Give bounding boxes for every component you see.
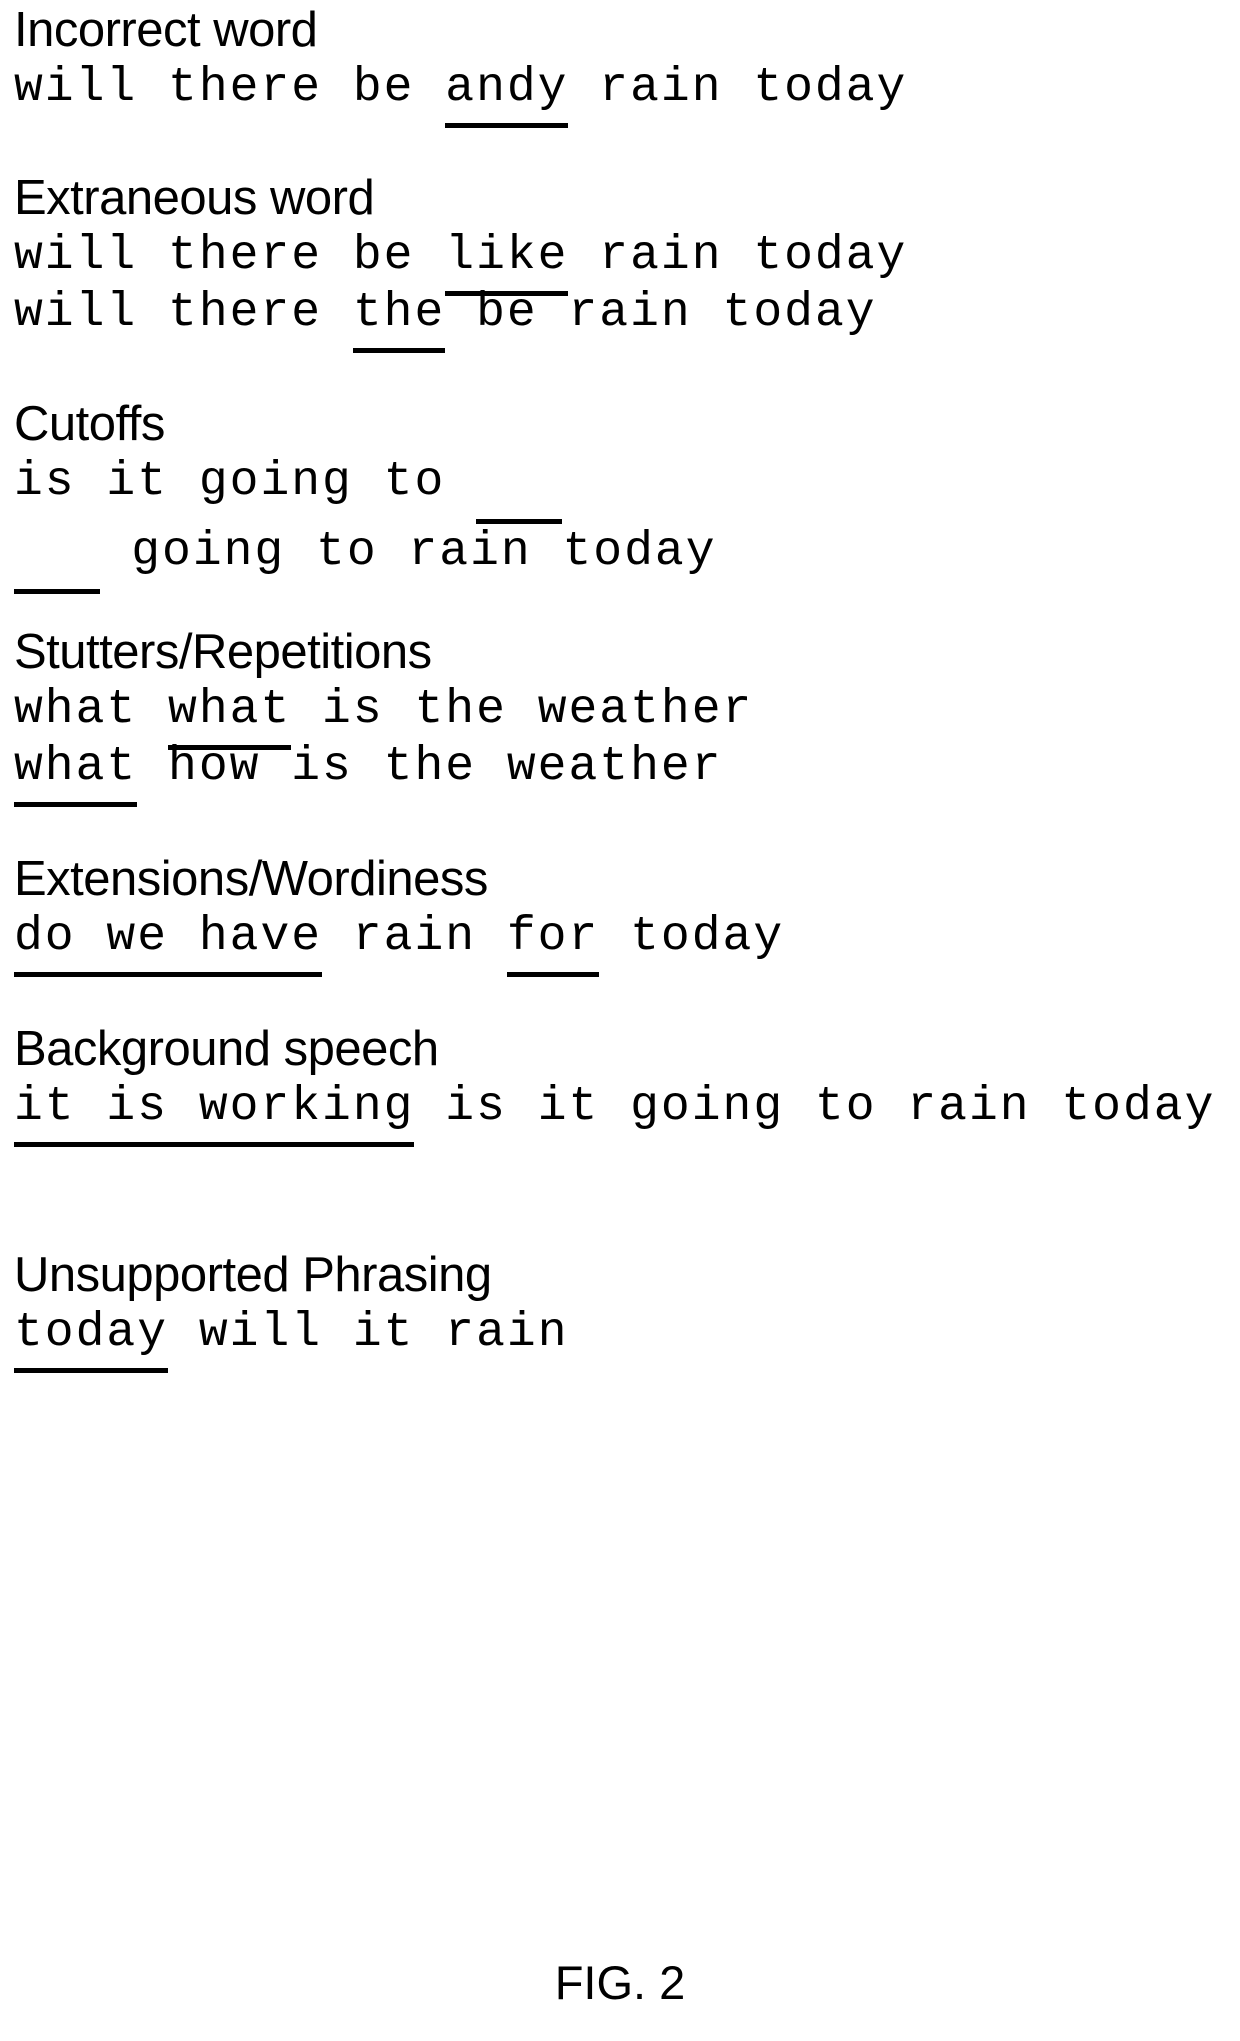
cutoff-blank — [14, 524, 101, 594]
utterance-text: will it rain — [168, 1306, 569, 1360]
category-heading: Stutters/Repetitions — [14, 625, 432, 679]
utterance-list: today will it rain — [14, 1305, 1229, 1373]
utterance-line: will there be andy rain today — [14, 60, 1229, 128]
category-heading: Unsupported Phrasing — [14, 1248, 492, 1302]
category-heading: Extensions/Wordiness — [14, 852, 488, 906]
utterance-line: do we have rain for today — [14, 909, 1229, 977]
utterance-text: rain today — [568, 61, 908, 115]
utterance-line: what what is the weather — [14, 682, 1229, 750]
utterance-text: is it going to — [14, 455, 477, 509]
utterance-text: be rain today — [445, 286, 877, 340]
utterance-text: going to rain today — [100, 525, 717, 579]
utterance-text: rain today — [568, 229, 908, 283]
utterance-text: today — [599, 910, 785, 964]
utterance-list: is it going to going to rain today — [14, 454, 1229, 594]
error-category-cutoffs: Cutoffs is it going to going to rain toda… — [14, 396, 1229, 594]
utterance-text: will there — [14, 286, 353, 340]
utterance-line: is it going to — [14, 454, 1229, 524]
utterance-line: will there be like rain today — [14, 228, 1229, 296]
utterance-text: will there be — [14, 229, 446, 283]
utterance-line: will there the be rain today — [14, 285, 1229, 353]
utterance-line: what how is the weather — [14, 739, 1229, 807]
error-category-background-speech: Background speech it is working is it goi… — [14, 1021, 1229, 1147]
utterance-text: what — [14, 683, 169, 737]
error-category-extensions-wordiness: Extensions/Wordiness do we have rain for … — [14, 851, 1229, 977]
utterance-line: it is working is it going to rain today — [14, 1079, 1229, 1147]
error-category-extraneous-word: Extraneous word will there be like rain t… — [14, 170, 1229, 353]
utterance-text: is the weather — [291, 683, 754, 737]
marked-error-span: the — [352, 286, 446, 353]
utterance-text: rain — [322, 910, 507, 964]
utterance-text: is it going to rain today — [414, 1080, 1216, 1134]
category-heading: Extraneous word — [14, 171, 375, 225]
marked-error-span: do we have — [14, 910, 323, 977]
marked-error-span: for — [506, 910, 600, 977]
utterance-text: how is the weather — [137, 740, 723, 794]
cutoff-blank — [476, 454, 563, 524]
utterance-line: today will it rain — [14, 1305, 1229, 1373]
marked-error-span: it is working — [14, 1080, 415, 1147]
error-category-incorrect-word: Incorrect word will there be andy rain to… — [14, 2, 1229, 128]
category-heading: Background speech — [14, 1022, 439, 1076]
category-heading: Incorrect word — [14, 3, 318, 57]
utterance-list: what what is the weather what how is the … — [14, 682, 1229, 807]
utterance-text: will there be — [14, 61, 446, 115]
marked-error-span: today — [14, 1306, 169, 1373]
figure-caption: FIG. 2 — [554, 1956, 686, 2009]
marked-error-span: what — [14, 740, 138, 807]
patent-figure-sheet: Incorrect word will there be andy rain to… — [0, 0, 1240, 2041]
error-category-stutters-repetitions: Stutters/Repetitions what what is the wea… — [14, 624, 1229, 807]
utterance-list: will there be like rain today will there … — [14, 228, 1229, 353]
category-heading: Cutoffs — [14, 397, 165, 451]
utterance-list: it is working is it going to rain today — [14, 1079, 1229, 1147]
utterance-list: do we have rain for today — [14, 909, 1229, 977]
error-category-unsupported-phrasing: Unsupported Phrasing today will it rain — [14, 1247, 1229, 1373]
marked-error-span: andy — [445, 61, 569, 128]
utterance-list: will there be andy rain today — [14, 60, 1229, 128]
utterance-line: going to rain today — [14, 524, 1229, 594]
